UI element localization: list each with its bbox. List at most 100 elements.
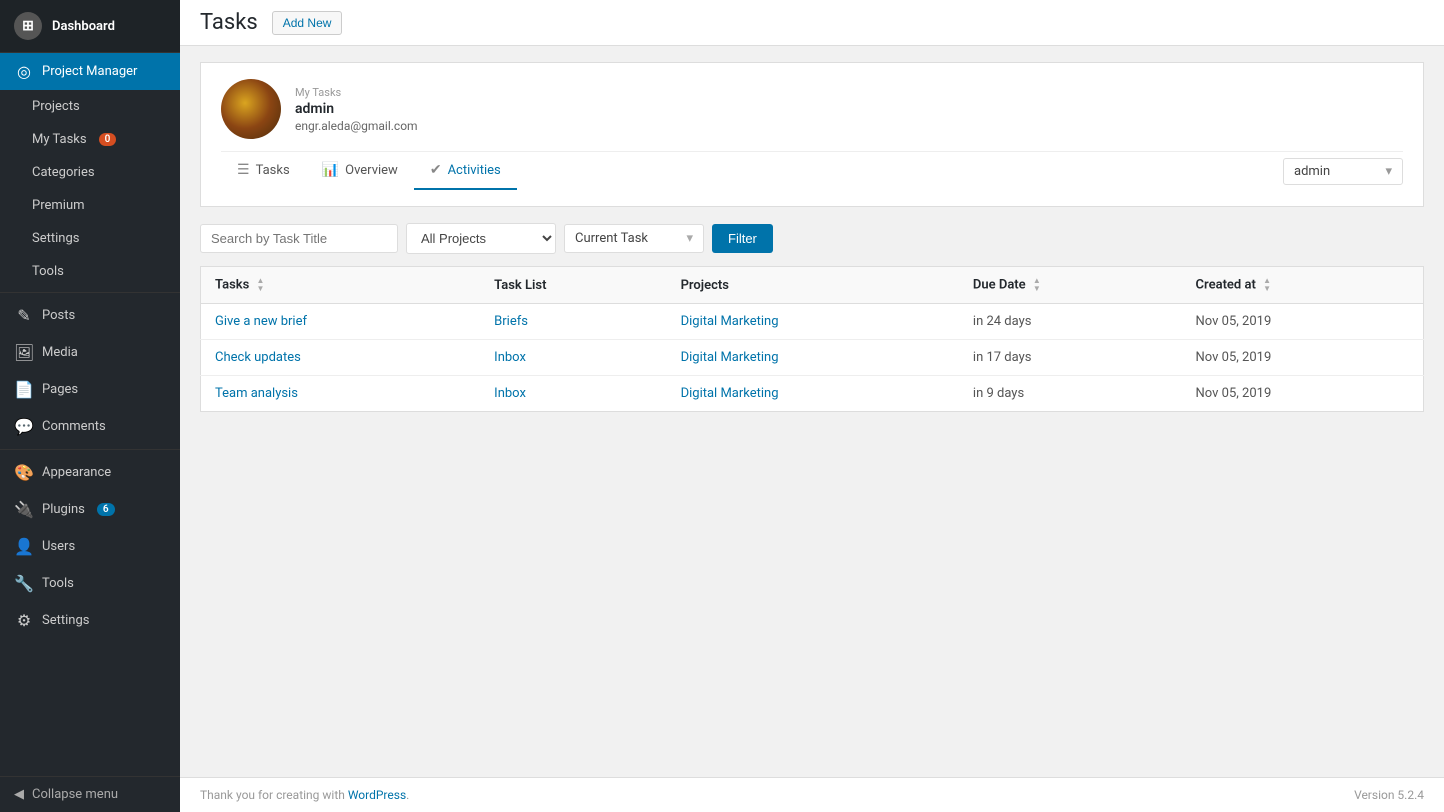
collapse-menu-button[interactable]: ◀ Collapse menu	[0, 776, 180, 812]
filter-bar: All Projects Current Task ▾ Filter	[200, 223, 1424, 254]
col-tasks[interactable]: Tasks ▲▼	[201, 267, 481, 304]
sidebar-divider-2	[0, 449, 180, 450]
sidebar-item-premium[interactable]: Premium	[0, 189, 180, 222]
my-tasks-badge: 0	[99, 133, 117, 146]
table-row: Check updates Inbox Digital Marketing in…	[201, 340, 1424, 376]
sidebar-premium-label: Premium	[32, 198, 85, 213]
sidebar-tools-label: Tools	[42, 576, 74, 591]
pages-icon: 📄	[14, 380, 34, 399]
task-status-chevron-icon: ▾	[686, 231, 693, 246]
sidebar-tools-pm-label: Tools	[32, 264, 64, 279]
task-list-link-2[interactable]: Inbox	[494, 386, 526, 401]
cell-due-date-0: in 24 days	[959, 304, 1182, 340]
sidebar-item-tools-pm[interactable]: Tools	[0, 255, 180, 288]
sidebar-my-tasks-label: My Tasks	[32, 132, 87, 147]
cell-created-at-0: Nov 05, 2019	[1182, 304, 1424, 340]
table-body: Give a new brief Briefs Digital Marketin…	[201, 304, 1424, 412]
task-status-label: Current Task	[575, 231, 648, 246]
sidebar-item-posts[interactable]: ✎ Posts	[0, 297, 180, 334]
sidebar-categories-label: Categories	[32, 165, 95, 180]
add-new-button[interactable]: Add New	[272, 11, 343, 35]
table-header: Tasks ▲▼ Task List Projects Due Date ▲▼	[201, 267, 1424, 304]
tasks-table: Tasks ▲▼ Task List Projects Due Date ▲▼	[200, 266, 1424, 412]
footer: Thank you for creating with WordPress. V…	[180, 777, 1444, 812]
sidebar-appearance-label: Appearance	[42, 465, 111, 480]
tasks-tab-icon: ☰	[237, 162, 250, 178]
tab-tasks[interactable]: ☰ Tasks	[221, 152, 306, 190]
project-link-2[interactable]: Digital Marketing	[681, 386, 779, 401]
admin-dropdown-value: admin	[1294, 164, 1330, 179]
dashboard-icon: ⊞	[14, 12, 42, 40]
posts-icon: ✎	[14, 306, 34, 325]
sidebar-spacer	[0, 639, 180, 776]
task-status-select[interactable]: Current Task ▾	[564, 224, 704, 253]
sidebar-item-pages[interactable]: 📄 Pages	[0, 371, 180, 408]
page-title: Tasks	[200, 12, 258, 34]
cell-task-list-1: Inbox	[480, 340, 666, 376]
cell-task-0: Give a new brief	[201, 304, 481, 340]
wordpress-link[interactable]: WordPress	[348, 788, 406, 802]
sidebar-item-project-manager[interactable]: ◎ Project Manager	[0, 53, 180, 90]
profile-top: My Tasks admin engr.aleda@gmail.com	[221, 79, 1403, 139]
sidebar-item-categories[interactable]: Categories	[0, 156, 180, 189]
sidebar-item-appearance[interactable]: 🎨 Appearance	[0, 454, 180, 491]
comments-icon: 💬	[14, 417, 34, 436]
search-input[interactable]	[200, 224, 398, 253]
media-icon: 🖼	[14, 343, 34, 362]
sidebar-item-media[interactable]: 🖼 Media	[0, 334, 180, 371]
appearance-icon: 🎨	[14, 463, 34, 482]
cell-due-date-2: in 9 days	[959, 376, 1182, 412]
sidebar-pages-label: Pages	[42, 382, 78, 397]
col-due-date[interactable]: Due Date ▲▼	[959, 267, 1182, 304]
cell-created-at-2: Nov 05, 2019	[1182, 376, 1424, 412]
task-list-link-1[interactable]: Inbox	[494, 350, 526, 365]
sidebar: ⊞ Dashboard ◎ Project Manager Projects M…	[0, 0, 180, 812]
task-link-0[interactable]: Give a new brief	[215, 314, 307, 329]
sidebar-posts-label: Posts	[42, 308, 75, 323]
sidebar-item-tools[interactable]: 🔧 Tools	[0, 565, 180, 602]
tab-activities[interactable]: ✔ Activities	[414, 152, 517, 190]
sidebar-item-settings[interactable]: ⚙ Settings	[0, 602, 180, 639]
main-content: Tasks Add New My Tasks admin engr.aleda@…	[180, 0, 1444, 812]
sidebar-users-label: Users	[42, 539, 75, 554]
sidebar-item-plugins[interactable]: 🔌 Plugins 6	[0, 491, 180, 528]
profile-section-label: My Tasks	[295, 86, 418, 99]
admin-dropdown[interactable]: admin ▾	[1283, 158, 1403, 185]
topbar: Tasks Add New	[180, 0, 1444, 46]
col-task-list[interactable]: Task List	[480, 267, 666, 304]
cell-project-0: Digital Marketing	[667, 304, 959, 340]
cell-due-date-1: in 17 days	[959, 340, 1182, 376]
tab-activities-label: Activities	[448, 163, 501, 178]
sidebar-item-projects[interactable]: Projects	[0, 90, 180, 123]
footer-text: Thank you for creating with WordPress.	[200, 788, 409, 802]
tools-icon: 🔧	[14, 574, 34, 593]
task-link-1[interactable]: Check updates	[215, 350, 301, 365]
sidebar-comments-label: Comments	[42, 419, 106, 434]
sidebar-item-settings-pm[interactable]: Settings	[0, 222, 180, 255]
sidebar-item-my-tasks[interactable]: My Tasks 0	[0, 123, 180, 156]
chevron-down-icon: ▾	[1385, 164, 1392, 179]
sidebar-item-users[interactable]: 👤 Users	[0, 528, 180, 565]
filter-button[interactable]: Filter	[712, 224, 773, 253]
col-created-at[interactable]: Created at ▲▼	[1182, 267, 1424, 304]
projects-select[interactable]: All Projects	[406, 223, 556, 254]
project-link-1[interactable]: Digital Marketing	[681, 350, 779, 365]
sidebar-item-dashboard[interactable]: ⊞ Dashboard	[0, 0, 180, 53]
project-link-0[interactable]: Digital Marketing	[681, 314, 779, 329]
table-row: Give a new brief Briefs Digital Marketin…	[201, 304, 1424, 340]
tab-bar: ☰ Tasks 📊 Overview ✔ Activities admin ▾	[221, 151, 1403, 190]
sidebar-project-manager-label: Project Manager	[42, 64, 137, 79]
tab-overview-label: Overview	[345, 163, 398, 178]
task-link-2[interactable]: Team analysis	[215, 386, 298, 401]
task-list-link-0[interactable]: Briefs	[494, 314, 528, 329]
col-projects[interactable]: Projects	[667, 267, 959, 304]
cell-task-list-0: Briefs	[480, 304, 666, 340]
table-row: Team analysis Inbox Digital Marketing in…	[201, 376, 1424, 412]
cell-task-1: Check updates	[201, 340, 481, 376]
cell-task-list-2: Inbox	[480, 376, 666, 412]
plugins-badge: 6	[97, 503, 115, 516]
sidebar-item-comments[interactable]: 💬 Comments	[0, 408, 180, 445]
tab-tasks-label: Tasks	[256, 163, 290, 178]
tab-overview[interactable]: 📊 Overview	[306, 152, 414, 190]
cell-project-2: Digital Marketing	[667, 376, 959, 412]
